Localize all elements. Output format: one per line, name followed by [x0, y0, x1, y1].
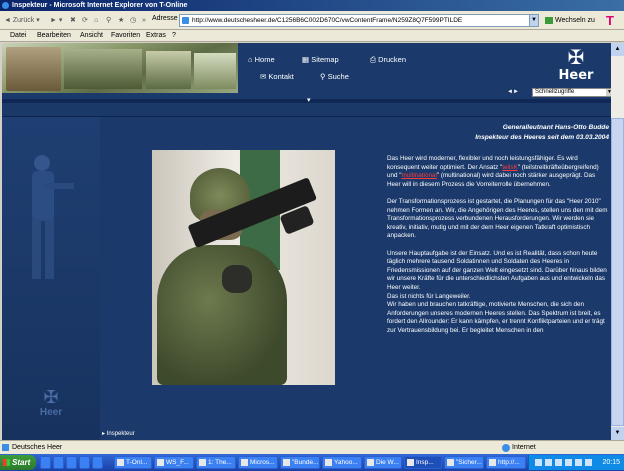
address-dropdown-icon[interactable]: ▼ — [529, 14, 539, 27]
sitemap-icon: ▦ — [302, 55, 310, 64]
quicklaunch-media-icon[interactable] — [79, 456, 90, 469]
sidebar-heer-logo: ✠ Heer — [32, 387, 70, 418]
paragraph-2: Der Transformationsprozess ist gestartet… — [387, 197, 608, 240]
nav-drucken[interactable]: ⎙ Drucken — [370, 55, 406, 65]
quick-access-select[interactable]: Schnellzugriffe ▼ — [532, 88, 612, 97]
main-content: Generalleutnant Hans-Otto Budde Inspekte… — [100, 117, 612, 440]
task-http[interactable]: http://... — [486, 456, 526, 469]
iron-cross-icon: ✠ — [567, 47, 585, 69]
windows-logo-icon — [3, 459, 10, 466]
tray-icon-6[interactable] — [585, 459, 592, 466]
menu-bearbeiten[interactable]: Bearbeiten — [37, 31, 71, 41]
link-multinational[interactable]: multinational — [402, 172, 437, 179]
address-input[interactable]: http://www.deutschesheer.de/C1256B6C002D… — [179, 14, 539, 27]
quicklaunch-mail-icon[interactable] — [66, 456, 77, 469]
scroll-down-icon[interactable]: ▼ — [611, 427, 624, 440]
tray-icon-4[interactable] — [565, 459, 572, 466]
heer-logo[interactable]: ✠ Heer — [556, 47, 596, 85]
sidebar-cross-icon: ✠ — [43, 387, 59, 407]
home-nav-icon: ⌂ — [248, 55, 253, 64]
menu-help[interactable]: ? — [172, 31, 176, 41]
scroll-up-icon[interactable]: ▲ — [611, 43, 624, 56]
window-title: Inspekteur - Microsoft Internet Explorer… — [12, 2, 188, 9]
address-value: http://www.deutschesheer.de/C1256B6C002D… — [192, 17, 463, 24]
quicklaunch-ie-icon[interactable] — [40, 456, 51, 469]
quicklaunch-t-online-icon[interactable] — [92, 456, 103, 469]
task-yahoo[interactable]: Yahoo... — [322, 456, 362, 469]
tray-icon-1[interactable] — [535, 459, 542, 466]
task-die-welt[interactable]: Die W... — [364, 456, 402, 469]
task-sicherheit[interactable]: "Sicher... — [444, 456, 484, 469]
article-heading: Generalleutnant Hans-Otto Budde Inspekte… — [475, 124, 609, 141]
menu-ansicht[interactable]: Ansicht — [80, 31, 103, 41]
mail-icon: ✉ — [260, 72, 267, 81]
clock[interactable]: 20:15 — [602, 455, 620, 470]
task-inspekteur[interactable]: Insp... — [404, 456, 442, 469]
stop-icon[interactable]: ✖ — [70, 14, 76, 27]
paragraph-3: Unsere Hauptaufgabe ist der Einsatz. Und… — [387, 249, 607, 291]
status-page-icon — [2, 444, 9, 451]
header-photo-collage — [2, 43, 238, 93]
forward-icon[interactable]: ► ▾ — [50, 14, 62, 27]
status-text: Deutsches Heer — [12, 444, 63, 451]
breadcrumb[interactable]: ▸ Inspekteur — [102, 430, 135, 437]
page-icon — [182, 17, 189, 24]
printer-icon: ⎙ — [370, 55, 376, 64]
refresh-icon[interactable]: ⟳ — [82, 14, 88, 27]
address-label: Adresse — [152, 15, 178, 22]
title-bar: Inspekteur - Microsoft Internet Explorer… — [0, 0, 624, 11]
site-header: ⌂ Home ▦ Sitemap ⎙ Drucken ✉ Kontakt ⚲ S… — [2, 43, 612, 99]
soldier-photo — [152, 150, 335, 385]
t-online-logo: T — [606, 13, 614, 28]
favorites-icon[interactable]: ★ — [118, 14, 124, 27]
tray-icon-5[interactable] — [575, 459, 582, 466]
tray-icon-2[interactable] — [545, 459, 552, 466]
back-button[interactable]: ◄ Zurück ▾ — [4, 14, 40, 27]
quick-nav-arrows-icon[interactable]: ◄► — [507, 89, 519, 95]
link-teilsk[interactable]: teilsK — [502, 164, 517, 171]
tray-icon-3[interactable] — [555, 459, 562, 466]
paragraph-4: Das ist nichts für Langeweiler. — [387, 292, 471, 300]
sub-navigation-bar — [2, 103, 612, 117]
start-button[interactable]: Start — [0, 455, 36, 470]
security-zone: Internet — [512, 444, 536, 451]
home-icon[interactable]: ⌂ — [94, 14, 98, 27]
article-text: Generalleutnant Hans-Otto Budde Inspekte… — [387, 123, 609, 433]
task-bundeswehr[interactable]: "Bunde... — [280, 456, 320, 469]
menu-extras[interactable]: Extras — [146, 31, 166, 41]
web-page: ⌂ Home ▦ Sitemap ⎙ Drucken ✉ Kontakt ⚲ S… — [2, 43, 612, 440]
task-ws-ftp[interactable]: WS_F... — [154, 456, 194, 469]
quicklaunch-desktop-icon[interactable] — [53, 456, 64, 469]
toolbar-chevron-icon[interactable]: » — [142, 14, 146, 27]
history-icon[interactable]: ◷ — [130, 14, 136, 27]
soldier-silhouette-icon — [32, 155, 74, 279]
nav-suche[interactable]: ⚲ Suche — [320, 72, 349, 82]
nav-kontakt[interactable]: ✉ Kontakt — [260, 72, 294, 82]
go-arrow-icon — [545, 17, 553, 24]
toolbar: ◄ Zurück ▾ ► ▾ ✖ ⟳ ⌂ ⚲ ★ ◷ » Adresse htt… — [0, 11, 624, 30]
search-icon[interactable]: ⚲ — [106, 14, 111, 27]
taskbar: Start T-Onl... WS_F... 1: The... Micros.… — [0, 454, 624, 471]
go-label: Wechseln zu — [555, 17, 595, 24]
menu-bar: Datei Bearbeiten Ansicht Favoriten Extra… — [0, 30, 624, 42]
task-microsoft[interactable]: Micros... — [238, 456, 278, 469]
task-t-online[interactable]: T-Onl... — [114, 456, 152, 469]
ie-icon — [2, 2, 9, 9]
nav-sitemap[interactable]: ▦ Sitemap — [302, 55, 339, 65]
left-sidebar: ✠ Heer — [2, 117, 100, 440]
scroll-thumb[interactable] — [611, 118, 624, 426]
vertical-scrollbar[interactable]: ▲ ▼ — [611, 43, 624, 440]
browser-window: Inspekteur - Microsoft Internet Explorer… — [0, 0, 624, 471]
globe-icon — [502, 444, 510, 452]
system-tray: 20:15 — [528, 455, 624, 470]
paragraph-5: Wir haben und brauchen tatkräftige, moti… — [387, 301, 605, 334]
menu-favoriten[interactable]: Favoriten — [111, 31, 140, 41]
nav-home[interactable]: ⌂ Home — [248, 55, 275, 65]
go-button[interactable]: Wechseln zu — [545, 14, 597, 27]
task-the[interactable]: 1: The... — [196, 456, 236, 469]
menu-datei[interactable]: Datei — [10, 31, 26, 41]
search-nav-icon: ⚲ — [320, 72, 326, 81]
status-bar: Deutsches Heer Internet — [0, 440, 624, 454]
paragraph-1: Das Heer wird moderner, flexibler und no… — [387, 155, 599, 188]
